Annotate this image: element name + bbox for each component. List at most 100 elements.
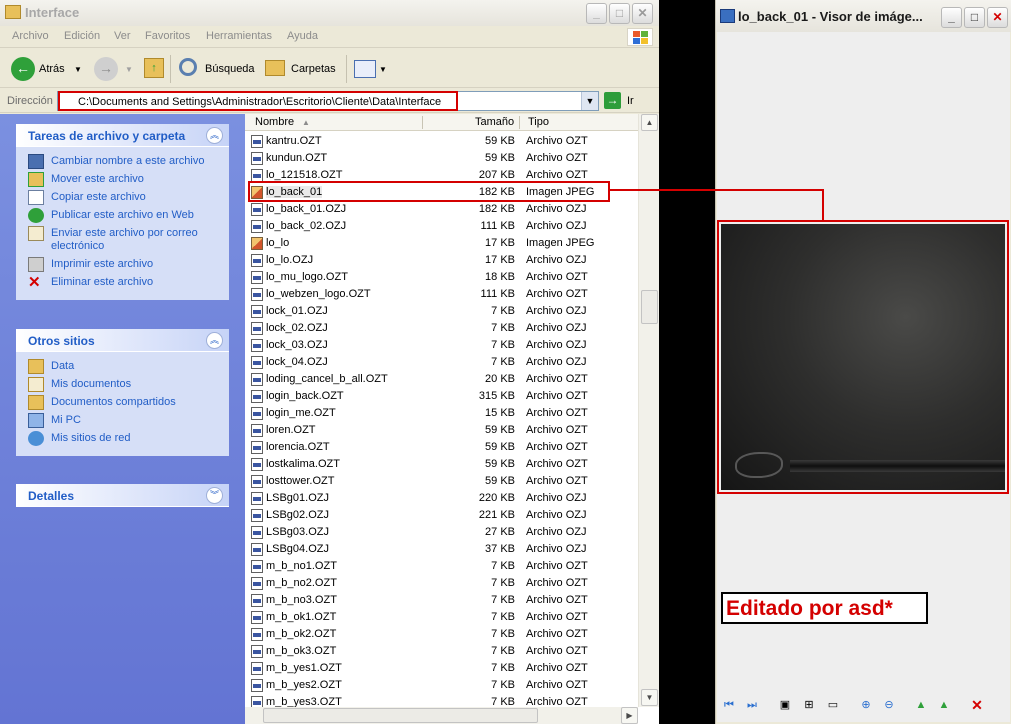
address-dropdown-icon[interactable]: ▼: [581, 92, 598, 110]
file-row[interactable]: LSBg02.OZJ 221 KB Archivo OZJ: [245, 507, 638, 524]
file-row[interactable]: m_b_ok1.OZT 7 KB Archivo OZT: [245, 609, 638, 626]
file-name[interactable]: LSBg02.OZJ: [266, 509, 329, 521]
column-type[interactable]: Tipo: [528, 116, 549, 128]
viewer-title-bar[interactable]: lo_back_01 - Visor de imáge... _ □ ✕: [716, 0, 1011, 32]
task-print[interactable]: Imprimir este archivo: [16, 256, 229, 274]
menu-ayuda[interactable]: Ayuda: [287, 30, 318, 42]
views-dropdown-icon[interactable]: ▼: [379, 65, 387, 74]
search-button[interactable]: Búsqueda: [205, 63, 255, 75]
file-name[interactable]: losttower.OZT: [266, 475, 334, 487]
file-row[interactable]: m_b_no3.OZT 7 KB Archivo OZT: [245, 592, 638, 609]
forward-dropdown-icon[interactable]: ▼: [125, 65, 133, 74]
maximize-button[interactable]: □: [609, 3, 630, 24]
up-folder-icon[interactable]: ↑: [144, 58, 164, 78]
slideshow-icon[interactable]: ▭: [825, 697, 841, 713]
file-name[interactable]: lorencia.OZT: [266, 441, 330, 453]
file-name[interactable]: LSBg03.OZJ: [266, 526, 329, 538]
menu-ver[interactable]: Ver: [114, 30, 131, 42]
file-row[interactable]: kantru.OZT 59 KB Archivo OZT: [245, 133, 638, 150]
file-name[interactable]: LSBg01.OZJ: [266, 492, 329, 504]
go-arrow-icon[interactable]: →: [604, 92, 621, 109]
tasks-panel-header[interactable]: Tareas de archivo y carpeta ︽: [16, 124, 229, 147]
file-row[interactable]: lock_04.OZJ 7 KB Archivo OZJ: [245, 354, 638, 371]
address-input[interactable]: C:\Documents and Settings\Administrador\…: [57, 91, 599, 111]
back-label[interactable]: Atrás: [39, 63, 65, 75]
file-row[interactable]: lo_back_02.OZJ 111 KB Archivo OZJ: [245, 218, 638, 235]
place-shared-documents[interactable]: Documentos compartidos: [16, 394, 229, 412]
explorer-title-bar[interactable]: Interface _ □ ✕: [0, 0, 659, 26]
horizontal-scrollbar[interactable]: ▶: [245, 707, 638, 724]
address-value[interactable]: C:\Documents and Settings\Administrador\…: [78, 96, 441, 108]
file-name[interactable]: m_b_no2.OZT: [266, 577, 337, 589]
file-row[interactable]: m_b_ok3.OZT 7 KB Archivo OZT: [245, 643, 638, 660]
viewer-maximize-button[interactable]: □: [964, 7, 985, 28]
hscroll-thumb[interactable]: [263, 708, 538, 723]
next-image-icon[interactable]: ⏭: [744, 697, 760, 713]
file-name[interactable]: login_me.OZT: [266, 407, 336, 419]
search-icon[interactable]: [179, 58, 197, 76]
rotate-counterclockwise-icon[interactable]: ▲: [936, 697, 952, 713]
file-row[interactable]: m_b_ok2.OZT 7 KB Archivo OZT: [245, 626, 638, 643]
back-dropdown-icon[interactable]: ▼: [74, 65, 82, 74]
file-name[interactable]: lock_01.OZJ: [266, 305, 328, 317]
file-row[interactable]: loren.OZT 59 KB Archivo OZT: [245, 422, 638, 439]
file-row[interactable]: lo_lo 17 KB Imagen JPEG: [245, 235, 638, 252]
file-name[interactable]: kantru.OZT: [266, 135, 322, 147]
file-row[interactable]: LSBg01.OZJ 220 KB Archivo OZJ: [245, 490, 638, 507]
zoom-out-icon[interactable]: ⊖: [881, 697, 897, 713]
details-header[interactable]: Detalles ︾: [16, 484, 229, 507]
collapse-chevron-icon[interactable]: ︽: [206, 332, 223, 349]
file-name[interactable]: LSBg04.OZJ: [266, 543, 329, 555]
file-name[interactable]: m_b_no1.OZT: [266, 560, 337, 572]
vertical-scrollbar[interactable]: ▲ ▼: [638, 114, 659, 707]
file-row[interactable]: login_back.OZT 315 KB Archivo OZT: [245, 388, 638, 405]
scroll-down-icon[interactable]: ▼: [641, 689, 658, 706]
file-name[interactable]: lo_webzen_logo.OZT: [266, 288, 371, 300]
actual-size-icon[interactable]: ⊞: [801, 697, 817, 713]
file-row[interactable]: lock_02.OZJ 7 KB Archivo OZJ: [245, 320, 638, 337]
menu-herramientas[interactable]: Herramientas: [206, 30, 272, 42]
rotate-clockwise-icon[interactable]: ▲: [913, 697, 929, 713]
file-row[interactable]: lo_webzen_logo.OZT 111 KB Archivo OZT: [245, 286, 638, 303]
place-my-documents[interactable]: Mis documentos: [16, 376, 229, 394]
menu-favoritos[interactable]: Favoritos: [145, 30, 190, 42]
file-row[interactable]: m_b_no1.OZT 7 KB Archivo OZT: [245, 558, 638, 575]
file-row[interactable]: lock_01.OZJ 7 KB Archivo OZJ: [245, 303, 638, 320]
column-separator[interactable]: [422, 116, 423, 129]
file-name[interactable]: loding_cancel_b_all.OZT: [266, 373, 388, 385]
file-name[interactable]: lo_lo.OZJ: [266, 254, 313, 266]
file-name[interactable]: lo_back_02.OZJ: [266, 220, 346, 232]
file-name[interactable]: m_b_ok3.OZT: [266, 645, 336, 657]
scroll-up-icon[interactable]: ▲: [641, 114, 658, 131]
file-row[interactable]: m_b_yes1.OZT 7 KB Archivo OZT: [245, 660, 638, 677]
folders-icon[interactable]: [265, 60, 285, 76]
file-row[interactable]: lorencia.OZT 59 KB Archivo OZT: [245, 439, 638, 456]
task-delete[interactable]: ✕ Eliminar este archivo: [16, 274, 229, 292]
file-name[interactable]: lock_04.OZJ: [266, 356, 328, 368]
file-row[interactable]: lo_lo.OZJ 17 KB Archivo OZJ: [245, 252, 638, 269]
file-name[interactable]: m_b_yes2.OZT: [266, 679, 342, 691]
scroll-right-icon[interactable]: ▶: [621, 707, 638, 724]
other-places-header[interactable]: Otros sitios ︽: [16, 329, 229, 352]
column-name[interactable]: Nombre: [255, 116, 294, 128]
task-publish[interactable]: Publicar este archivo en Web: [16, 207, 229, 225]
previous-image-icon[interactable]: ⏮: [721, 697, 737, 713]
file-row[interactable]: lo_mu_logo.OZT 18 KB Archivo OZT: [245, 269, 638, 286]
file-name[interactable]: login_back.OZT: [266, 390, 344, 402]
file-row[interactable]: LSBg03.OZJ 27 KB Archivo OZJ: [245, 524, 638, 541]
file-name[interactable]: lock_03.OZJ: [266, 339, 328, 351]
file-name[interactable]: kundun.OZT: [266, 152, 327, 164]
collapse-chevron-icon[interactable]: ︽: [206, 127, 223, 144]
close-button[interactable]: ✕: [632, 3, 653, 24]
file-row[interactable]: lostkalima.OZT 59 KB Archivo OZT: [245, 456, 638, 473]
place-data[interactable]: Data: [16, 358, 229, 376]
file-name[interactable]: lo_lo: [266, 237, 289, 249]
file-row[interactable]: kundun.OZT 59 KB Archivo OZT: [245, 150, 638, 167]
viewer-minimize-button[interactable]: _: [941, 7, 962, 28]
file-name[interactable]: m_b_no3.OZT: [266, 594, 337, 606]
go-button[interactable]: Ir: [627, 95, 634, 107]
file-row[interactable]: lock_03.OZJ 7 KB Archivo OZJ: [245, 337, 638, 354]
menu-edicion[interactable]: Edición: [64, 30, 100, 42]
task-move[interactable]: Mover este archivo: [16, 171, 229, 189]
place-my-pc[interactable]: Mi PC: [16, 412, 229, 430]
